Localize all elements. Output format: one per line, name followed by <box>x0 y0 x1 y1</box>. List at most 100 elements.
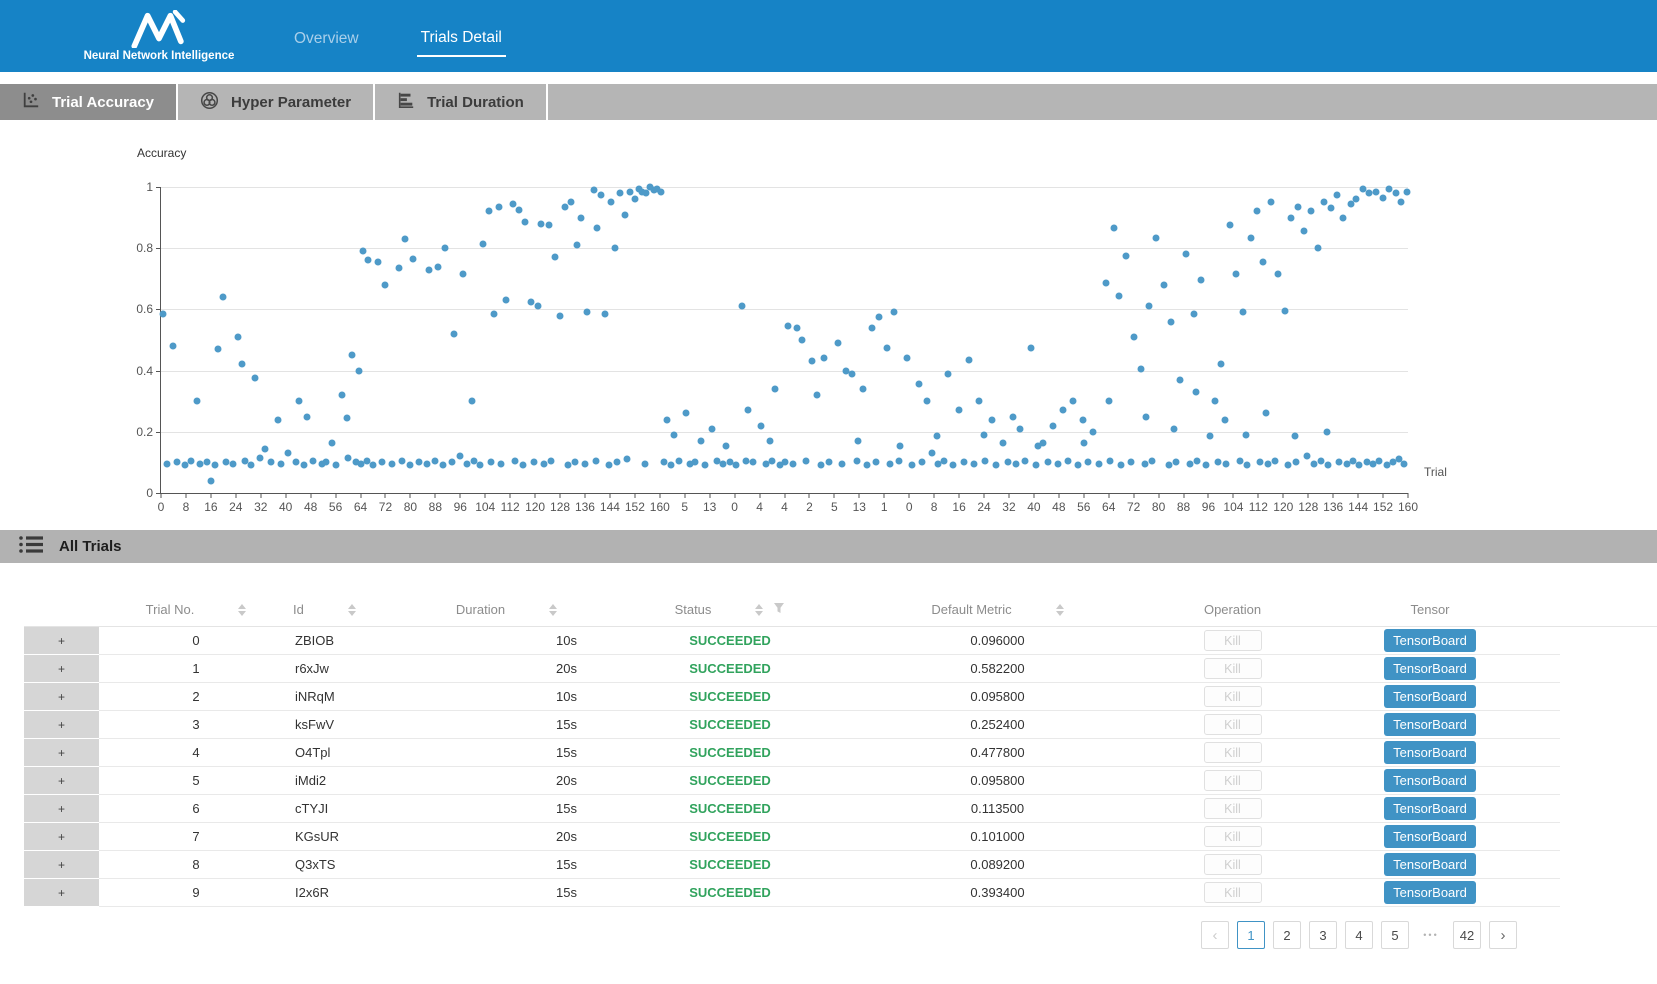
row-expander-button[interactable]: + <box>24 739 99 767</box>
tensorboard-button[interactable]: TensorBoard <box>1384 881 1476 904</box>
x-axis-label: 152 <box>625 500 645 514</box>
scatter-plot-area[interactable]: 10.80.60.40.2008162432404856647280889610… <box>160 187 1408 494</box>
tensorboard-button[interactable]: TensorBoard <box>1384 713 1476 736</box>
row-expander-button[interactable]: + <box>24 767 99 795</box>
scatter-point <box>949 462 956 469</box>
kill-button[interactable]: Kill <box>1204 798 1262 819</box>
tensorboard-button[interactable]: TensorBoard <box>1384 741 1476 764</box>
scatter-point <box>1079 416 1086 423</box>
scatter-point <box>614 459 621 466</box>
scatter-point <box>457 453 464 460</box>
pagination-page-2[interactable]: 2 <box>1273 921 1301 949</box>
kill-button[interactable]: Kill <box>1204 742 1262 763</box>
scatter-point <box>785 323 792 330</box>
x-axis-label: 64 <box>1102 500 1115 514</box>
duration-cell: 10s <box>383 683 630 711</box>
nav-tab-overview[interactable]: Overview <box>294 24 359 48</box>
x-axis-label: 0 <box>731 500 738 514</box>
scatter-point <box>1009 413 1016 420</box>
scatter-point <box>490 311 497 318</box>
x-axis-tick <box>210 493 211 498</box>
sort-icon[interactable] <box>1056 604 1064 616</box>
scatter-point <box>1138 366 1145 373</box>
nav-tab-trials-detail[interactable]: Trials Detail <box>417 15 506 57</box>
tensorboard-button[interactable]: TensorBoard <box>1384 629 1476 652</box>
scatter-point <box>534 303 541 310</box>
scatter-point <box>396 265 403 272</box>
pagination-ellipsis[interactable]: ••• <box>1417 930 1445 940</box>
column-header-id[interactable]: Id <box>293 593 383 626</box>
row-expander-button[interactable]: + <box>24 711 99 739</box>
scatter-point <box>251 375 258 382</box>
sort-icon[interactable] <box>755 604 763 616</box>
scatter-point <box>1244 462 1251 469</box>
scatter-point <box>545 222 552 229</box>
kill-button[interactable]: Kill <box>1204 770 1262 791</box>
tab-trial-duration[interactable]: Trial Duration <box>375 84 548 120</box>
scatter-point <box>1186 460 1193 467</box>
row-expander-button[interactable]: + <box>24 627 99 655</box>
pagination-page-1[interactable]: 1 <box>1237 921 1265 949</box>
scatter-point <box>1303 453 1310 460</box>
tensorboard-button[interactable]: TensorBoard <box>1384 797 1476 820</box>
column-header-default-metric[interactable]: Default Metric <box>830 593 1165 626</box>
pagination-page-4[interactable]: 4 <box>1345 921 1373 949</box>
column-header-duration[interactable]: Duration <box>383 593 630 626</box>
scatter-point <box>174 459 181 466</box>
tensorboard-button[interactable]: TensorBoard <box>1384 769 1476 792</box>
accuracy-chart[interactable]: Accuracy 10.80.60.40.2008162432404856647… <box>0 120 1657 530</box>
row-expander-button[interactable]: + <box>24 683 99 711</box>
duration-cell: 20s <box>383 655 630 683</box>
kill-button[interactable]: Kill <box>1204 630 1262 651</box>
x-axis-tick <box>560 493 561 498</box>
scatter-point <box>826 459 833 466</box>
pagination-page-last[interactable]: 42 <box>1453 921 1481 949</box>
row-expander-button[interactable]: + <box>24 823 99 851</box>
status-badge: SUCCEEDED <box>630 627 830 655</box>
kill-button[interactable]: Kill <box>1204 854 1262 875</box>
x-axis-label: 144 <box>1348 500 1368 514</box>
scatter-point <box>343 415 350 422</box>
tab-trial-accuracy[interactable]: Trial Accuracy <box>0 84 178 120</box>
x-axis-tick <box>260 493 261 498</box>
scatter-point <box>793 324 800 331</box>
scatter-point <box>170 343 177 350</box>
column-header-status[interactable]: Status <box>630 593 830 626</box>
tensorboard-button[interactable]: TensorBoard <box>1384 657 1476 680</box>
scatter-point <box>515 206 522 213</box>
row-expander-button[interactable]: + <box>24 795 99 823</box>
tab-hyper-parameter[interactable]: Hyper Parameter <box>178 84 375 120</box>
x-axis-tick <box>684 493 685 498</box>
kill-button[interactable]: Kill <box>1204 826 1262 847</box>
column-header-trial-no[interactable]: Trial No. <box>99 593 293 626</box>
x-axis-tick <box>335 493 336 498</box>
row-expander-button[interactable]: + <box>24 879 99 907</box>
kill-button[interactable]: Kill <box>1204 686 1262 707</box>
tensorboard-button[interactable]: TensorBoard <box>1384 853 1476 876</box>
sort-icon[interactable] <box>348 604 356 616</box>
tensorboard-button[interactable]: TensorBoard <box>1384 685 1476 708</box>
scatter-point <box>1285 462 1292 469</box>
pagination-page-3[interactable]: 3 <box>1309 921 1337 949</box>
row-expander-button[interactable]: + <box>24 655 99 683</box>
scatter-point <box>378 459 385 466</box>
pagination-prev-button[interactable]: ‹ <box>1201 921 1229 949</box>
scatter-point <box>1004 459 1011 466</box>
scatter-point <box>564 462 571 469</box>
scatter-point <box>821 355 828 362</box>
filter-icon[interactable] <box>773 602 785 617</box>
trial-no-cell: 8 <box>99 851 293 879</box>
kill-button[interactable]: Kill <box>1204 658 1262 679</box>
x-axis-label: 32 <box>254 500 267 514</box>
scatter-point <box>439 462 446 469</box>
tensorboard-button[interactable]: TensorBoard <box>1384 825 1476 848</box>
sort-icon[interactable] <box>238 604 246 616</box>
sort-icon[interactable] <box>549 604 557 616</box>
pagination-page-5[interactable]: 5 <box>1381 921 1409 949</box>
kill-button[interactable]: Kill <box>1204 714 1262 735</box>
pagination-next-button[interactable]: › <box>1489 921 1517 949</box>
row-expander-button[interactable]: + <box>24 851 99 879</box>
kill-button[interactable]: Kill <box>1204 882 1262 903</box>
x-axis-tick <box>1083 493 1084 498</box>
trial-no-cell: 2 <box>99 683 293 711</box>
